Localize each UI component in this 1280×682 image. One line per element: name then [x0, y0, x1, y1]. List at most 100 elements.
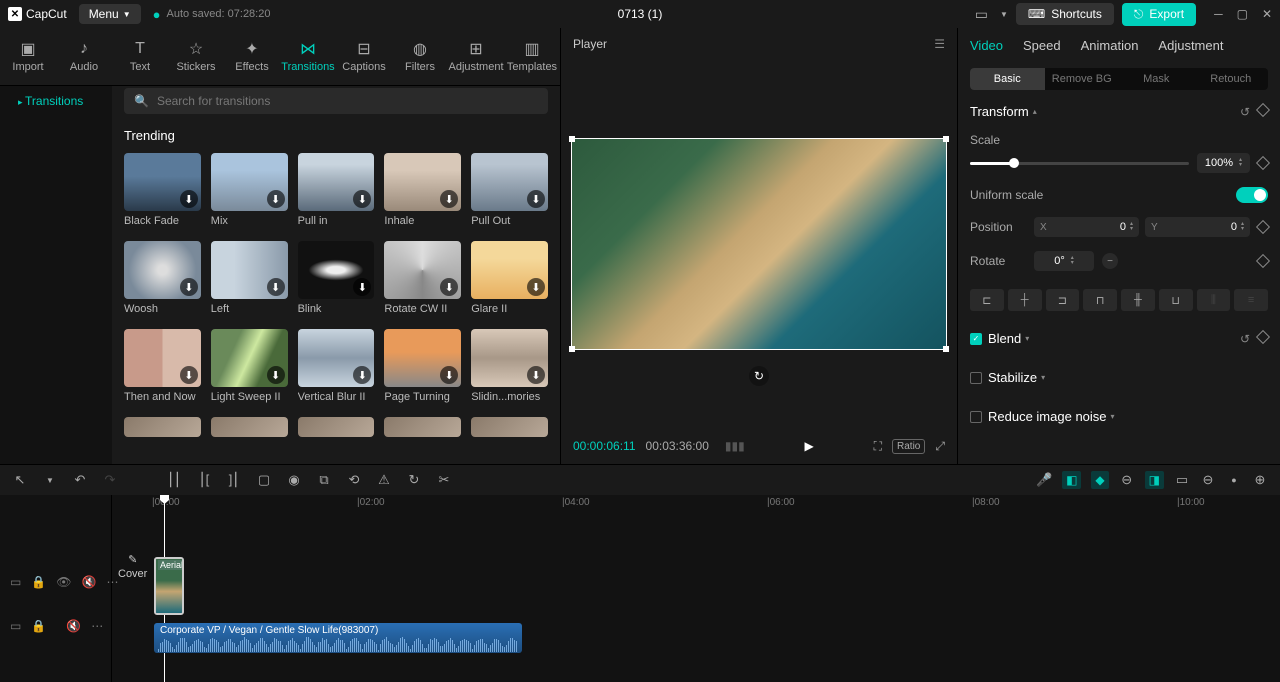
transition-item[interactable]: ⬇Then and Now — [124, 329, 201, 403]
align-bottom-button[interactable]: ⊔ — [1159, 289, 1193, 311]
transition-item[interactable]: ⬇Vertical Blur II — [298, 329, 375, 403]
undo-button[interactable]: ↶ — [72, 472, 88, 488]
audio-clip[interactable]: Corporate VP / Vegan / Gentle Slow Life(… — [154, 623, 522, 653]
lock-icon[interactable]: 🔒 — [31, 619, 46, 633]
keyframe-icon[interactable] — [1256, 156, 1270, 170]
transition-item[interactable]: ⬇Slidin...mories — [471, 329, 548, 403]
trim-right-tool[interactable]: ]⎮ — [226, 472, 242, 488]
eye-icon[interactable]: 👁 — [56, 575, 71, 589]
magnet-center-button[interactable]: ◆ — [1091, 471, 1108, 489]
download-icon[interactable]: ⬇ — [267, 190, 285, 208]
download-icon[interactable]: ⬇ — [440, 278, 458, 296]
more-icon[interactable]: ⋯ — [91, 619, 103, 633]
nav-tab-captions[interactable]: ⊟Captions — [336, 28, 392, 85]
nav-tab-transitions[interactable]: ⋈Transitions — [280, 28, 336, 85]
preview-icon[interactable]: ▭ — [1174, 472, 1190, 488]
redo-button[interactable]: ↷ — [102, 472, 118, 488]
nav-tab-import[interactable]: ▣Import — [0, 28, 56, 85]
uniform-scale-toggle[interactable] — [1236, 187, 1268, 203]
magnet-right-button[interactable]: ◨ — [1145, 471, 1164, 489]
noise-header[interactable]: Reduce image noise ▾ — [988, 409, 1115, 424]
download-icon[interactable]: ⬇ — [180, 278, 198, 296]
transition-item[interactable]: ⬇Page Turning — [384, 329, 461, 403]
download-icon[interactable]: ⬇ — [267, 278, 285, 296]
subtab-mask[interactable]: Mask — [1119, 68, 1194, 90]
stabilize-checkbox[interactable] — [970, 372, 982, 384]
chevron-down-icon[interactable]: ▼ — [1000, 10, 1008, 19]
transition-item[interactable]: ⬇Pull Out — [471, 153, 548, 227]
stabilize-header[interactable]: Stabilize ▾ — [988, 370, 1045, 385]
tab-video[interactable]: Video — [970, 38, 1003, 53]
transition-item[interactable]: ⬇Blink — [298, 241, 375, 315]
pointer-tool[interactable]: ↖ — [12, 472, 28, 488]
menu-button[interactable]: Menu ▼ — [79, 4, 141, 24]
nav-tab-adjustment[interactable]: ⊞Adjustment — [448, 28, 504, 85]
download-icon[interactable]: ⬇ — [440, 190, 458, 208]
transition-item[interactable]: ⬇Woosh — [124, 241, 201, 315]
position-x-input[interactable]: X0▴▾ — [1034, 217, 1139, 237]
align-vcenter-button[interactable]: ╫ — [1121, 289, 1155, 311]
position-y-input[interactable]: Y0▴▾ — [1145, 217, 1250, 237]
download-icon[interactable]: ⬇ — [527, 366, 545, 384]
download-icon[interactable]: ⬇ — [353, 366, 371, 384]
download-icon[interactable]: ⬇ — [527, 190, 545, 208]
track-toggle-icon[interactable]: ▭ — [10, 575, 21, 589]
maximize-button[interactable]: ▢ — [1237, 7, 1248, 21]
download-icon[interactable]: ⬇ — [440, 366, 458, 384]
copy-tool[interactable]: ⧉ — [316, 472, 332, 488]
tab-animation[interactable]: Animation — [1081, 38, 1139, 53]
refresh-tool[interactable]: ↻ — [406, 472, 422, 488]
keyframe-icon[interactable] — [1256, 220, 1270, 234]
scan-icon[interactable]: ⛶ — [874, 439, 882, 454]
nav-tab-text[interactable]: TText — [112, 28, 168, 85]
mute-icon[interactable]: 🔇 — [66, 619, 81, 633]
track-toggle-icon[interactable]: ▭ — [10, 619, 21, 633]
marker-tool[interactable]: ◉ — [286, 472, 302, 488]
minimize-button[interactable]: ─ — [1214, 7, 1223, 21]
subtab-basic[interactable]: Basic — [970, 68, 1045, 90]
nav-tab-stickers[interactable]: ☆Stickers — [168, 28, 224, 85]
align-right-button[interactable]: ⊐ — [1046, 289, 1080, 311]
transition-item[interactable]: ⬇Pull in — [298, 153, 375, 227]
scale-value[interactable]: 100% ▴▾ — [1197, 153, 1250, 173]
transition-item[interactable] — [471, 417, 548, 437]
layout-icon[interactable]: ▭ — [975, 6, 988, 23]
tab-speed[interactable]: Speed — [1023, 38, 1061, 53]
transition-item[interactable] — [124, 417, 201, 437]
download-icon[interactable]: ⬇ — [353, 278, 371, 296]
nav-tab-templates[interactable]: ▥Templates — [504, 28, 560, 85]
transition-item[interactable]: ⬇Mix — [211, 153, 288, 227]
subtab-retouch[interactable]: Retouch — [1194, 68, 1269, 90]
rotate-step-button[interactable]: − — [1102, 253, 1118, 269]
transition-item[interactable] — [298, 417, 375, 437]
close-button[interactable]: ✕ — [1262, 7, 1272, 21]
refresh-button[interactable]: ↻ — [749, 366, 769, 386]
reset-icon[interactable]: ↺ — [1240, 332, 1250, 346]
transform-header[interactable]: Transform ▴ — [970, 104, 1037, 119]
player-menu-icon[interactable]: ☰ — [934, 37, 945, 51]
download-icon[interactable]: ⬇ — [180, 366, 198, 384]
transition-item[interactable]: ⬇Black Fade — [124, 153, 201, 227]
scale-slider[interactable] — [970, 162, 1189, 165]
transition-item[interactable]: ⬇Glare II — [471, 241, 548, 315]
reset-icon[interactable]: ↺ — [1240, 105, 1250, 119]
download-icon[interactable]: ⬇ — [180, 190, 198, 208]
zoom-out-button[interactable]: ⊖ — [1200, 472, 1216, 488]
transition-item[interactable]: ⬇Rotate CW II — [384, 241, 461, 315]
blend-checkbox[interactable]: ✓ — [970, 333, 982, 345]
download-icon[interactable]: ⬇ — [527, 278, 545, 296]
split-tool[interactable]: ⎮⎮ — [166, 472, 182, 488]
search-input[interactable]: 🔍 Search for transitions — [124, 88, 548, 114]
compare-icon[interactable]: ▮▮▮ — [725, 439, 745, 453]
transition-item[interactable] — [384, 417, 461, 437]
crop-tool[interactable]: ▢ — [256, 472, 272, 488]
export-button[interactable]: ⎋ Export — [1122, 3, 1196, 26]
transition-item[interactable]: ⬇Inhale — [384, 153, 461, 227]
magnet-left-button[interactable]: ◧ — [1062, 471, 1081, 489]
blend-header[interactable]: Blend ▾ — [988, 331, 1029, 346]
download-icon[interactable]: ⬇ — [267, 366, 285, 384]
keyframe-icon[interactable] — [1256, 102, 1270, 116]
nav-tab-audio[interactable]: ♪Audio — [56, 28, 112, 85]
video-frame[interactable] — [571, 138, 947, 350]
trim-left-tool[interactable]: ⎮[ — [196, 472, 212, 488]
